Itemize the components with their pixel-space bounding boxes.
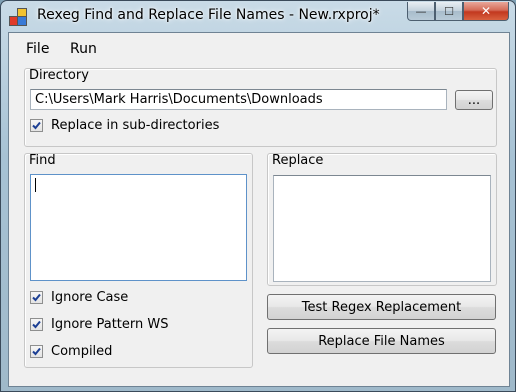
checkbox-box[interactable]	[30, 119, 43, 132]
checkmark-icon	[32, 320, 41, 329]
test-regex-replacement-button[interactable]: Test Regex Replacement	[267, 294, 496, 320]
menu-run[interactable]: Run	[70, 41, 97, 57]
close-button[interactable]: ✕	[463, 2, 509, 21]
browse-button[interactable]: ...	[455, 90, 493, 110]
replace-subdirectories-checkbox[interactable]: Replace in sub-directories	[30, 118, 219, 133]
window-title: Rexeg Find and Replace File Names - New.…	[37, 7, 380, 23]
title-bar[interactable]: Rexeg Find and Replace File Names - New.…	[1, 1, 515, 31]
checkbox-box[interactable]	[30, 291, 43, 304]
checkbox-box[interactable]	[30, 318, 43, 331]
directory-group-label: Directory	[29, 68, 89, 83]
compiled-checkbox[interactable]: Compiled	[30, 344, 112, 359]
client-area: File Run Directory ... Replace in sub-di…	[8, 32, 510, 387]
directory-path-input[interactable]	[30, 89, 447, 110]
app-icon[interactable]	[9, 8, 27, 26]
replace-subdirectories-label: Replace in sub-directories	[51, 118, 220, 133]
replace-pattern-input[interactable]	[273, 175, 491, 282]
replace-group: Replace	[267, 153, 497, 286]
find-group-label: Find	[29, 153, 56, 168]
main-window: Rexeg Find and Replace File Names - New.…	[0, 0, 516, 392]
menu-file[interactable]: File	[26, 41, 49, 57]
text-caret	[35, 178, 36, 192]
replace-file-names-button[interactable]: Replace File Names	[267, 328, 496, 354]
ignore-case-checkbox[interactable]: Ignore Case	[30, 290, 128, 305]
directory-group: Directory ... Replace in sub-directories	[24, 68, 497, 147]
compiled-label: Compiled	[51, 344, 113, 359]
replace-group-label: Replace	[272, 153, 324, 168]
ignore-case-label: Ignore Case	[51, 290, 129, 305]
checkmark-icon	[32, 293, 41, 302]
checkmark-icon	[32, 121, 41, 130]
ignore-pattern-ws-checkbox[interactable]: Ignore Pattern WS	[30, 317, 168, 332]
checkmark-icon	[32, 347, 41, 356]
caption-buttons: — ☐ ✕	[407, 2, 509, 22]
menu-bar: File Run	[9, 33, 509, 63]
ignore-pattern-ws-label: Ignore Pattern WS	[51, 317, 169, 332]
find-pattern-input[interactable]	[30, 174, 247, 281]
checkbox-box[interactable]	[30, 345, 43, 358]
find-group: Find Ignore Case Ignore Pattern WS Compi…	[24, 153, 253, 368]
maximize-button[interactable]: ☐	[435, 2, 463, 21]
find-input-wrapper	[30, 174, 247, 281]
minimize-button[interactable]: —	[407, 2, 435, 21]
